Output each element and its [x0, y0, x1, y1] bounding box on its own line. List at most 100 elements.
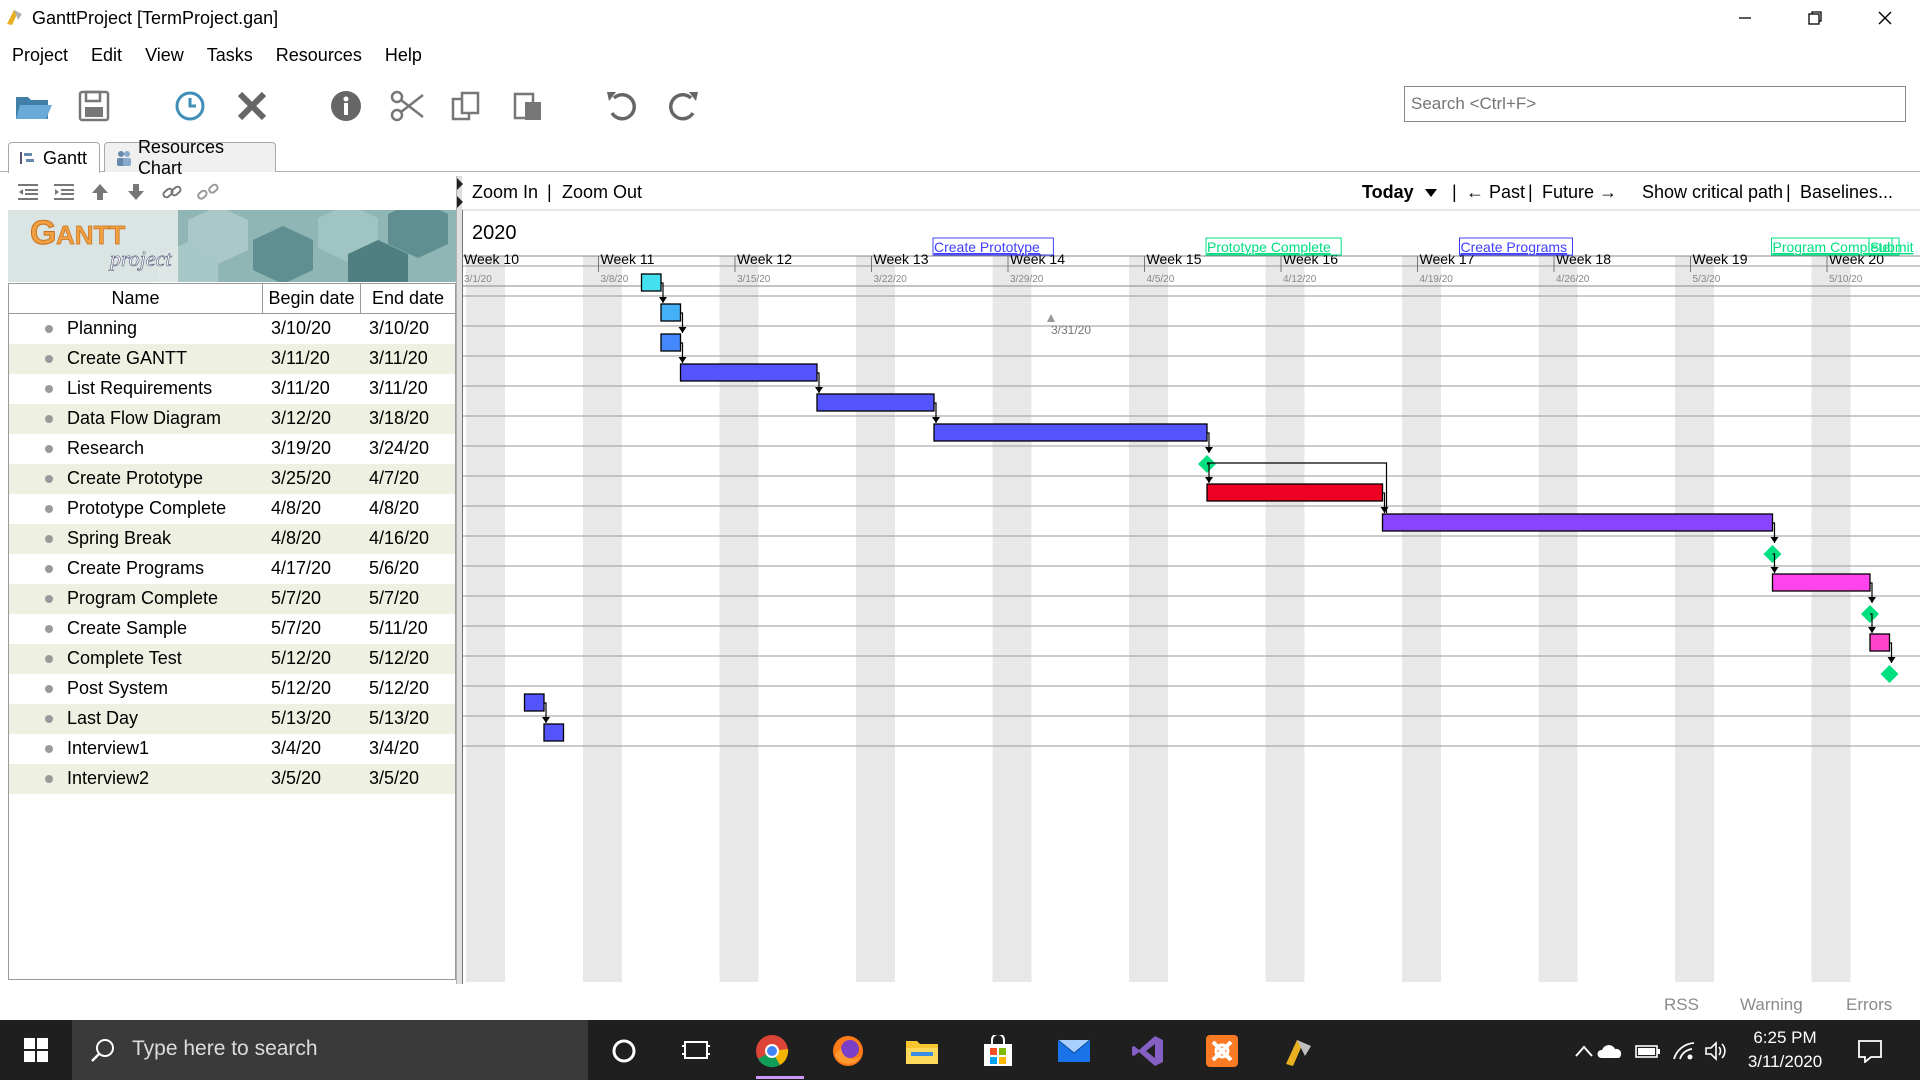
store-icon[interactable]: [974, 1028, 1022, 1074]
dependency-arrow-icon: [659, 297, 667, 303]
move-up-icon[interactable]: [82, 176, 118, 208]
milestone-header-label: Create Prototype: [934, 239, 1040, 255]
table-row[interactable]: Post System 5/12/20 5/12/20: [9, 674, 455, 704]
info-icon[interactable]: [324, 84, 368, 128]
task-bar[interactable]: [543, 723, 565, 742]
save-icon[interactable]: [72, 84, 116, 128]
table-row[interactable]: Interview1 3/4/20 3/4/20: [9, 734, 455, 764]
zoom-out-button[interactable]: Zoom Out: [562, 182, 642, 203]
task-bar[interactable]: [1381, 513, 1774, 532]
chart-toolbar: Zoom In | Zoom Out Today | ← Past | Futu…: [462, 176, 1920, 208]
paste-icon[interactable]: [506, 84, 550, 128]
restore-icon[interactable]: [1780, 0, 1850, 36]
cut-icon[interactable]: [385, 84, 429, 128]
table-row[interactable]: Create Prototype 3/25/20 4/7/20: [9, 464, 455, 494]
link-icon[interactable]: [154, 176, 190, 208]
mail-icon[interactable]: [1050, 1028, 1098, 1074]
ganttproject-icon[interactable]: [1274, 1028, 1322, 1074]
minimize-icon[interactable]: [1710, 0, 1780, 36]
table-row[interactable]: Create GANTT 3/11/20 3/11/20: [9, 344, 455, 374]
undo-icon[interactable]: [600, 84, 644, 128]
table-row[interactable]: Prototype Complete 4/8/20 4/8/20: [9, 494, 455, 524]
task-bar[interactable]: [933, 423, 1208, 442]
menu-project[interactable]: Project: [12, 40, 68, 70]
future-button[interactable]: Future →: [1542, 182, 1617, 203]
table-row[interactable]: Complete Test 5/12/20 5/12/20: [9, 644, 455, 674]
task-view-icon[interactable]: [672, 1028, 720, 1074]
tab-resources-label: Resources Chart: [137, 136, 224, 178]
table-row[interactable]: Create Sample 5/7/20 5/11/20: [9, 614, 455, 644]
open-folder-icon[interactable]: [12, 84, 56, 128]
task-bar[interactable]: [640, 273, 662, 292]
windows-start-icon[interactable]: [0, 1020, 72, 1080]
errors-status[interactable]: Errors: [1846, 995, 1892, 1015]
today-marker-icon: [1047, 314, 1055, 322]
task-end-cell: 5/11/20: [369, 618, 428, 638]
visual-studio-icon[interactable]: [1124, 1028, 1172, 1074]
outdent-icon[interactable]: [10, 176, 46, 208]
gantt-chart[interactable]: Week 10 3/1/20 Week 11 3/8/20 Week 12 3/15/20…: [462, 176, 1920, 984]
search-input[interactable]: [1404, 86, 1906, 122]
table-row[interactable]: Data Flow Diagram 3/12/20 3/18/20: [9, 404, 455, 434]
milestone-marker[interactable]: [1880, 665, 1899, 683]
firefox-icon[interactable]: [824, 1028, 872, 1074]
table-row[interactable]: Planning 3/10/20 3/10/20: [9, 314, 455, 344]
bullet-icon: [45, 415, 53, 423]
cortana-icon[interactable]: [600, 1028, 648, 1074]
baselines-button[interactable]: Baselines...: [1800, 182, 1893, 203]
tab-gantt[interactable]: Gantt: [8, 142, 100, 173]
move-down-icon[interactable]: [118, 176, 154, 208]
menu-tasks[interactable]: Tasks: [207, 40, 253, 70]
task-bar[interactable]: [660, 303, 682, 322]
file-explorer-icon[interactable]: [898, 1028, 946, 1074]
task-bar[interactable]: [1206, 483, 1384, 502]
copy-icon[interactable]: [444, 84, 488, 128]
unlink-icon[interactable]: [190, 176, 226, 208]
table-row[interactable]: Create Programs 4/17/20 5/6/20: [9, 554, 455, 584]
table-row[interactable]: Program Complete 5/7/20 5/7/20: [9, 584, 455, 614]
xampp-icon[interactable]: [1198, 1028, 1246, 1074]
today-button[interactable]: Today: [1362, 182, 1414, 203]
menu-edit[interactable]: Edit: [91, 40, 122, 70]
indent-icon[interactable]: [46, 176, 82, 208]
dependency-arrow-icon: [678, 327, 687, 333]
task-bar[interactable]: [660, 333, 682, 352]
close-icon[interactable]: [1850, 0, 1920, 36]
redo-icon[interactable]: [661, 84, 705, 128]
zoom-in-button[interactable]: Zoom In: [472, 182, 538, 203]
menu-view[interactable]: View: [145, 40, 184, 70]
clock-icon[interactable]: [168, 84, 212, 128]
table-row[interactable]: Research 3/19/20 3/24/20: [9, 434, 455, 464]
task-bar[interactable]: [523, 693, 545, 712]
task-name-cell: Interview1: [9, 734, 263, 764]
table-row[interactable]: Spring Break 4/8/20 4/16/20: [9, 524, 455, 554]
chrome-icon[interactable]: [748, 1028, 796, 1074]
task-name: Create Prototype: [67, 468, 204, 488]
menu-help[interactable]: Help: [385, 40, 422, 70]
past-button[interactable]: ← Past: [1466, 182, 1525, 203]
taskbar-clock[interactable]: 6:25 PM 3/11/2020: [1730, 1026, 1840, 1074]
menu-resources[interactable]: Resources: [276, 40, 362, 70]
tab-resources-chart[interactable]: Resources Chart: [104, 137, 276, 178]
table-row[interactable]: Interview2 3/5/20 3/5/20: [9, 764, 455, 794]
column-end-header[interactable]: End date: [361, 284, 455, 313]
delete-icon[interactable]: [230, 84, 274, 128]
dependency-arrow-icon: [1868, 627, 1876, 633]
show-critical-path-button[interactable]: Show critical path: [1642, 182, 1783, 203]
week-label: Week 12: [737, 251, 792, 267]
task-bar[interactable]: [1869, 633, 1891, 652]
task-bar[interactable]: [679, 363, 818, 382]
chevron-down-icon[interactable]: [1424, 188, 1438, 198]
column-begin-header[interactable]: Begin date: [263, 284, 361, 313]
table-row[interactable]: Last Day 5/13/20 5/13/20: [9, 704, 455, 734]
taskbar-search-box[interactable]: Type here to search: [72, 1020, 588, 1080]
table-row[interactable]: List Requirements 3/11/20 3/11/20: [9, 374, 455, 404]
task-name: Interview2: [67, 768, 150, 788]
warning-status[interactable]: Warning: [1740, 995, 1803, 1015]
column-name-header[interactable]: Name: [9, 284, 263, 313]
task-bar[interactable]: [816, 393, 935, 412]
week-label: Week 15: [1147, 251, 1202, 267]
notification-icon[interactable]: [1846, 1028, 1894, 1074]
task-bar[interactable]: [1771, 573, 1871, 592]
rss-status[interactable]: RSS: [1664, 995, 1699, 1015]
